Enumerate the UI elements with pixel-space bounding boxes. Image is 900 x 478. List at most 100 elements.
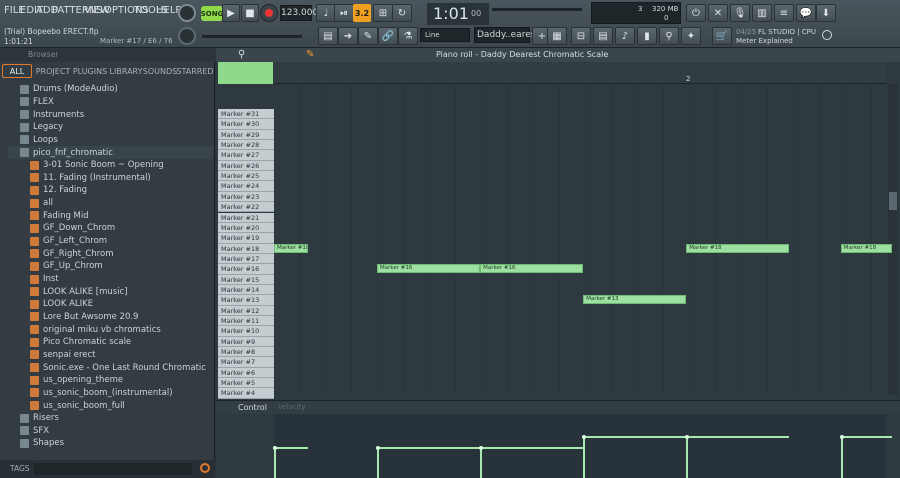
piano-key[interactable]: Marker #28 [218,140,274,151]
mixer-window-button[interactable]: ⊟ [571,27,591,45]
view-playlist-button[interactable]: ▤ [318,27,338,45]
velocity-bar[interactable] [583,436,687,439]
piano-key[interactable]: Marker #5 [218,378,274,389]
master-pitch-knob[interactable] [178,27,196,45]
globe-icon[interactable] [822,30,832,40]
master-volume-knob[interactable] [178,4,196,22]
piano-key[interactable]: Marker #24 [218,181,274,192]
timeline-ruler[interactable] [274,62,886,84]
wait-input-button[interactable]: ⏯ [334,4,354,22]
tab-library[interactable]: LIBRARY [110,64,143,78]
file-item[interactable]: Sonic.exe - One Last Round Chromatic [8,361,213,374]
microphone-button[interactable]: 🎙 [730,4,750,22]
channel-button[interactable]: ♪ [615,27,635,45]
piano-key[interactable]: Marker #20 [218,222,274,234]
piano-key[interactable]: Marker #9 [218,336,274,348]
folder-item[interactable]: Drums (ModeAudio) [8,83,213,96]
velocity-bar[interactable] [274,447,309,450]
file-item[interactable]: LOOK ALIKE [music] [8,285,213,298]
cart-icon[interactable]: 🛒 [712,27,732,45]
folder-item[interactable]: pico_fnf_chromatic [8,146,213,159]
pencil-button[interactable]: ✎ [358,27,378,45]
piano-key[interactable]: Marker #19 [218,233,274,244]
piano-key[interactable]: Marker #15 [218,274,274,285]
loop-record-button[interactable]: ↻ [392,4,412,22]
download-icon[interactable]: ⬇ [816,4,836,22]
magnet-icon[interactable]: ⚲ [238,49,245,60]
velocity-bar[interactable] [686,436,790,439]
song-mode-toggle[interactable]: SONG [201,6,223,21]
velocity-bar[interactable] [377,447,481,450]
vertical-scrollbar[interactable] [888,84,898,395]
velocity-bar[interactable] [480,447,584,450]
velocity-handle[interactable] [839,435,844,440]
settings-button[interactable]: ✦ [681,27,701,45]
piano-key[interactable]: Marker #30 [218,119,274,130]
tab-all[interactable]: ALL [2,64,32,78]
piano-key[interactable]: Marker #14 [218,284,274,296]
piano-button[interactable]: ▥ [752,4,772,22]
piano-key[interactable]: Marker #12 [218,305,274,316]
arrow-right-button[interactable]: ➜ [338,27,358,45]
piano-key[interactable]: Marker #13 [218,295,274,306]
link-button[interactable]: 🔗 [378,27,398,45]
file-item[interactable]: GF_Left_Chrom [8,235,213,248]
piano-key[interactable]: Marker #18 [218,243,274,254]
folder-item[interactable]: Loops [8,134,213,147]
note[interactable]: Marker #16 [480,264,584,274]
folder-item[interactable]: FLEX [8,96,213,109]
folder-item[interactable]: SFX [8,425,213,438]
velocity-bar[interactable] [840,436,893,439]
typing-keyboard-button[interactable]: 3.2 [353,4,371,22]
pattern-select[interactable]: Daddy..earest [474,27,539,43]
file-item[interactable]: Pico Chromatic scale [8,336,213,349]
folder-item[interactable]: Shapes [8,437,213,450]
browser-button[interactable]: ⚲ [659,27,679,45]
piano-key[interactable]: Marker #23 [218,191,274,203]
channel-rack-button[interactable]: ≡ [774,4,794,22]
pencil-tool-icon[interactable]: ✎ [306,49,314,60]
piano-key[interactable]: Marker #6 [218,367,274,379]
file-item[interactable]: senpai erect [8,349,213,362]
file-item[interactable]: 11. Fading (Instrumental) [8,172,213,185]
file-item[interactable]: 3-01 Sonic Boom ~ Opening [8,159,213,172]
file-item[interactable]: Lore But Awsome 20.9 [8,311,213,324]
note[interactable]: Marker #18 [840,243,893,253]
file-item[interactable]: us_sonic_boom_(instrumental) [8,387,213,400]
search-icon[interactable] [200,463,210,473]
piano-key[interactable]: Marker #16 [218,264,274,275]
file-item[interactable]: GF_Down_Chrom [8,222,213,235]
piano-key[interactable]: Marker #29 [218,129,274,141]
record-button[interactable] [260,4,278,22]
note[interactable]: Marker #16 [377,264,481,274]
piano-key[interactable]: Marker #31 [218,109,274,120]
chat-icon[interactable]: 💬 [796,4,816,22]
file-item[interactable]: us_sonic_boom_full [8,399,213,412]
file-item[interactable]: Inst [8,273,213,286]
piano-key[interactable]: Marker #26 [218,160,274,172]
piano-key[interactable]: Marker #25 [218,171,274,182]
tab-plugins[interactable]: PLUGINS [72,64,108,78]
piano-key[interactable]: Marker #8 [218,347,274,358]
piano-key[interactable]: Marker #4 [218,388,274,399]
file-item[interactable]: GF_Up_Chrom [8,260,213,273]
script-button[interactable]: ⚗ [398,27,418,45]
master-pitch-slider[interactable] [202,35,302,38]
playlist-button[interactable]: ▦ [547,27,567,45]
step-edit-button[interactable]: ⊞ [373,4,393,22]
tempo-display[interactable]: 123.000 [280,5,318,21]
news-headline[interactable]: FL STUDIO | CPU [758,28,816,36]
cpu-panic-button[interactable]: ⏻ [686,4,706,22]
file-item[interactable]: 12. Fading [8,184,213,197]
control-label[interactable]: Control [238,403,267,412]
stop-button[interactable]: ■ [241,4,259,22]
piano-key[interactable]: Marker #10 [218,326,274,337]
file-item[interactable]: all [8,197,213,210]
file-item[interactable]: Fading Mid [8,210,213,223]
folder-item[interactable]: Risers [8,412,213,425]
piano-key[interactable]: Marker #17 [218,253,274,265]
file-item[interactable]: GF_Right_Chrom [8,247,213,260]
piano-key[interactable]: Marker #7 [218,357,274,368]
metronome-button[interactable]: ♩ [316,4,336,22]
control-param[interactable]: Velocity [278,403,305,411]
